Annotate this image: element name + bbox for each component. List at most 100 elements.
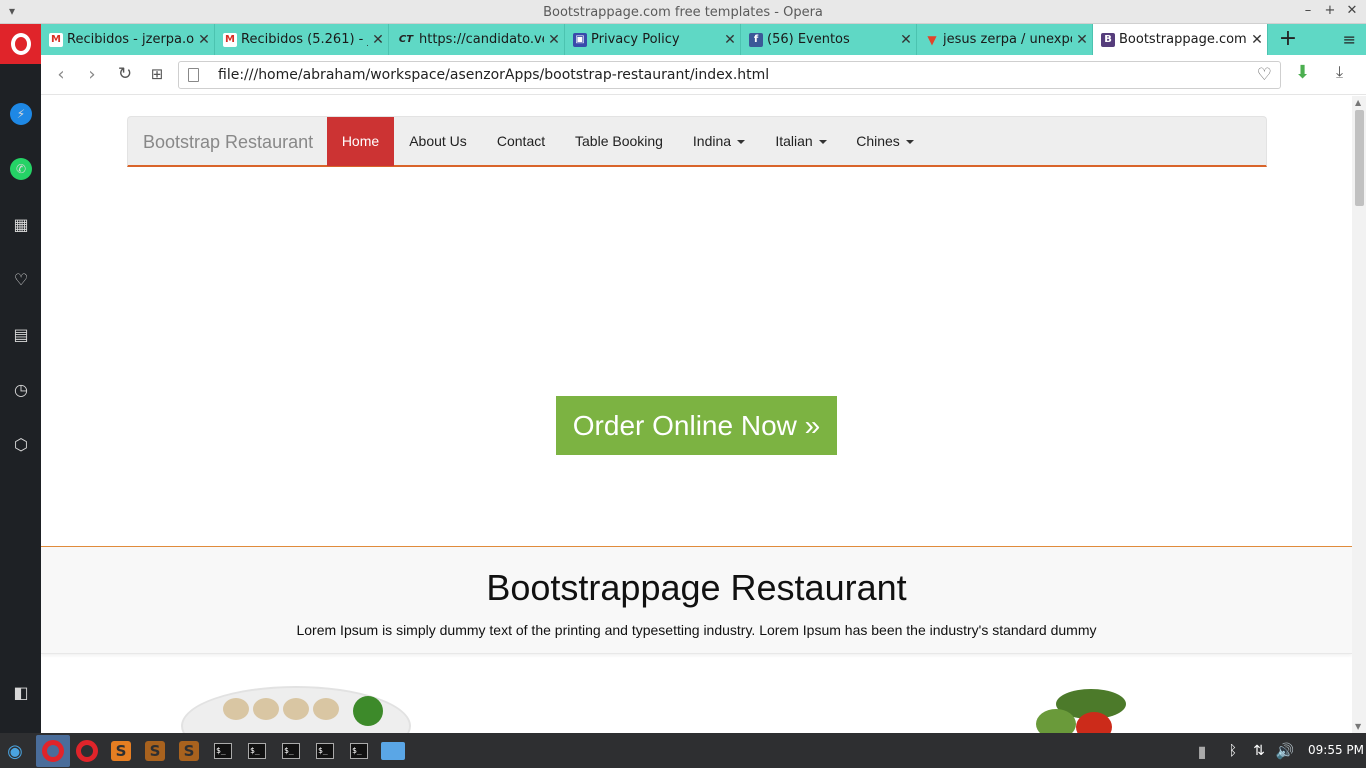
terminal-prompt-icon: $_ (316, 743, 334, 759)
sidebar-toggle-icon[interactable]: ◧ (10, 681, 32, 703)
speed-dial-icon[interactable]: ▦ (10, 213, 32, 235)
news-icon[interactable]: ▤ (10, 323, 32, 345)
folder-icon (381, 742, 405, 760)
caret-down-icon (818, 140, 827, 145)
nav-indina-dropdown[interactable]: Indina (678, 117, 760, 166)
tab-label: Recibidos (5.261) - je (241, 32, 368, 47)
tabs-grid-icon[interactable]: ⊞ (146, 65, 168, 83)
bookmarks-heart-icon[interactable]: ♡ (10, 268, 32, 290)
gmail-icon: M (223, 32, 237, 47)
sublime-text-icon[interactable]: S (143, 739, 167, 763)
tab-close-icon[interactable]: ✕ (720, 32, 740, 48)
tab-label: https://candidato.ve (419, 32, 544, 47)
whatsapp-icon[interactable]: ✆ (10, 158, 32, 180)
ct-icon: CT (398, 34, 414, 45)
site-brand[interactable]: Bootstrap Restaurant (143, 132, 313, 153)
nav-contact[interactable]: Contact (482, 117, 560, 166)
salad-image (1026, 684, 1166, 733)
terminal-icon[interactable]: $_ (245, 739, 269, 763)
sublime-text-icon[interactable]: S (177, 739, 201, 763)
nav-label: Chines (856, 133, 900, 149)
url-text[interactable]: file:///home/abraham/workspace/asenzorAp… (218, 67, 769, 83)
minimize-icon[interactable]: – (1300, 3, 1316, 19)
tab-label: Privacy Policy (591, 32, 680, 47)
nav-chines-dropdown[interactable]: Chines (842, 117, 928, 166)
nav-table-booking[interactable]: Table Booking (560, 117, 678, 166)
tab-close-icon[interactable]: ✕ (1247, 32, 1267, 48)
page-icon (188, 68, 199, 82)
tab-close-icon[interactable]: ✕ (194, 32, 214, 48)
nav-label: Indina (692, 133, 732, 149)
taskbar-clock[interactable]: 09:55 PM (1308, 743, 1364, 757)
tab[interactable]: ▼ jesus zerpa / unexpo ✕ (917, 24, 1093, 55)
sublime-s-icon: S (145, 741, 165, 761)
taskbar: ◉ S S S $_ $_ $_ $_ $_ ▮ ᛒ ⇅ 🔊 09:55 PM (0, 733, 1366, 768)
tab[interactable]: f (56) Eventos ✕ (741, 24, 917, 55)
tab-label: (56) Eventos (767, 32, 850, 47)
bootstrap-icon: B (1101, 32, 1115, 47)
maximize-icon[interactable]: + (1322, 3, 1338, 19)
tab-label: Recibidos - jzerpa.oc (67, 32, 194, 47)
history-clock-icon[interactable]: ◷ (10, 378, 32, 400)
messenger-icon[interactable]: ⚡ (10, 103, 32, 125)
tab-close-icon[interactable]: ✕ (544, 32, 564, 48)
battery-icon[interactable]: ▮ (1190, 739, 1214, 763)
tab-strip: M Recibidos - jzerpa.oc ✕ M Recibidos (5… (41, 24, 1366, 55)
nav-home[interactable]: Home (327, 117, 394, 166)
opera-icon[interactable] (41, 739, 65, 763)
terminal-icon[interactable]: $_ (347, 739, 371, 763)
nav-about-us[interactable]: About Us (394, 117, 482, 166)
new-tab-plus-icon[interactable]: + (1273, 26, 1303, 51)
window-title: Bootstrappage.com free templates - Opera (543, 5, 823, 20)
back-icon[interactable]: ‹ (50, 64, 72, 85)
opera-icon[interactable] (75, 739, 99, 763)
page-scrollbar[interactable]: ▲ ▼ (1352, 96, 1366, 733)
reload-icon[interactable]: ↻ (114, 64, 136, 84)
terminal-icon[interactable]: $_ (279, 739, 303, 763)
close-icon[interactable]: ✕ (1344, 3, 1360, 19)
intro-text: Lorem Ipsum is simply dummy text of the … (296, 622, 1097, 638)
bluetooth-icon[interactable]: ᛒ (1221, 739, 1245, 763)
opera-ring-icon (42, 740, 64, 762)
network-icon[interactable]: ⇅ (1247, 739, 1271, 763)
terminal-prompt-icon: $_ (248, 743, 266, 759)
address-toolbar: ‹ › ↻ ⊞ file:///home/abraham/workspace/a… (41, 55, 1366, 95)
facebook-icon: f (749, 32, 763, 47)
extensions-cube-icon[interactable]: ⬡ (10, 433, 32, 455)
privacy-icon: ▣ (573, 32, 587, 47)
opera-menu-button[interactable] (0, 24, 41, 64)
leaf-shape (1036, 709, 1076, 733)
nav-italian-dropdown[interactable]: Italian (760, 117, 842, 166)
scrollbar-thumb[interactable] (1355, 110, 1364, 206)
snapshot-icon[interactable]: ⤓ (1336, 62, 1343, 82)
address-field[interactable]: file:///home/abraham/workspace/asenzorAp… (178, 61, 1281, 89)
launcher-icon[interactable]: ◉ (3, 739, 27, 763)
tab-active[interactable]: B Bootstrappage.com ✕ (1093, 24, 1268, 55)
tab[interactable]: ▣ Privacy Policy ✕ (565, 24, 741, 55)
tab-menu-icon[interactable]: ≡ (1343, 30, 1356, 49)
terminal-prompt-icon: $_ (214, 743, 232, 759)
dumpling-shape (253, 698, 279, 720)
order-online-button[interactable]: Order Online Now » (556, 396, 837, 455)
tab-close-icon[interactable]: ✕ (896, 32, 916, 48)
terminal-icon[interactable]: $_ (313, 739, 337, 763)
nav-label: Italian (775, 133, 813, 149)
terminal-icon[interactable]: $_ (211, 739, 235, 763)
tab-close-icon[interactable]: ✕ (368, 32, 388, 48)
opera-logo-icon (10, 33, 31, 55)
scroll-up-icon[interactable]: ▲ (1355, 98, 1361, 107)
tab-close-icon[interactable]: ✕ (1072, 32, 1092, 48)
file-manager-icon[interactable] (381, 739, 405, 763)
sublime-text-icon[interactable]: S (109, 739, 133, 763)
gitlab-icon: ▼ (927, 32, 937, 47)
sublime-s-icon: S (179, 741, 199, 761)
tab[interactable]: M Recibidos - jzerpa.oc ✕ (41, 24, 215, 55)
scroll-down-icon[interactable]: ▼ (1355, 722, 1361, 731)
forward-icon[interactable]: › (81, 64, 103, 85)
download-icon[interactable]: ⬇ (1295, 62, 1310, 83)
bookmark-heart-icon[interactable]: ♡ (1257, 65, 1272, 85)
tab[interactable]: M Recibidos (5.261) - je ✕ (215, 24, 389, 55)
caret-down-icon (737, 140, 746, 145)
volume-icon[interactable]: 🔊 (1273, 739, 1297, 763)
tab[interactable]: CT https://candidato.ve ✕ (389, 24, 565, 55)
